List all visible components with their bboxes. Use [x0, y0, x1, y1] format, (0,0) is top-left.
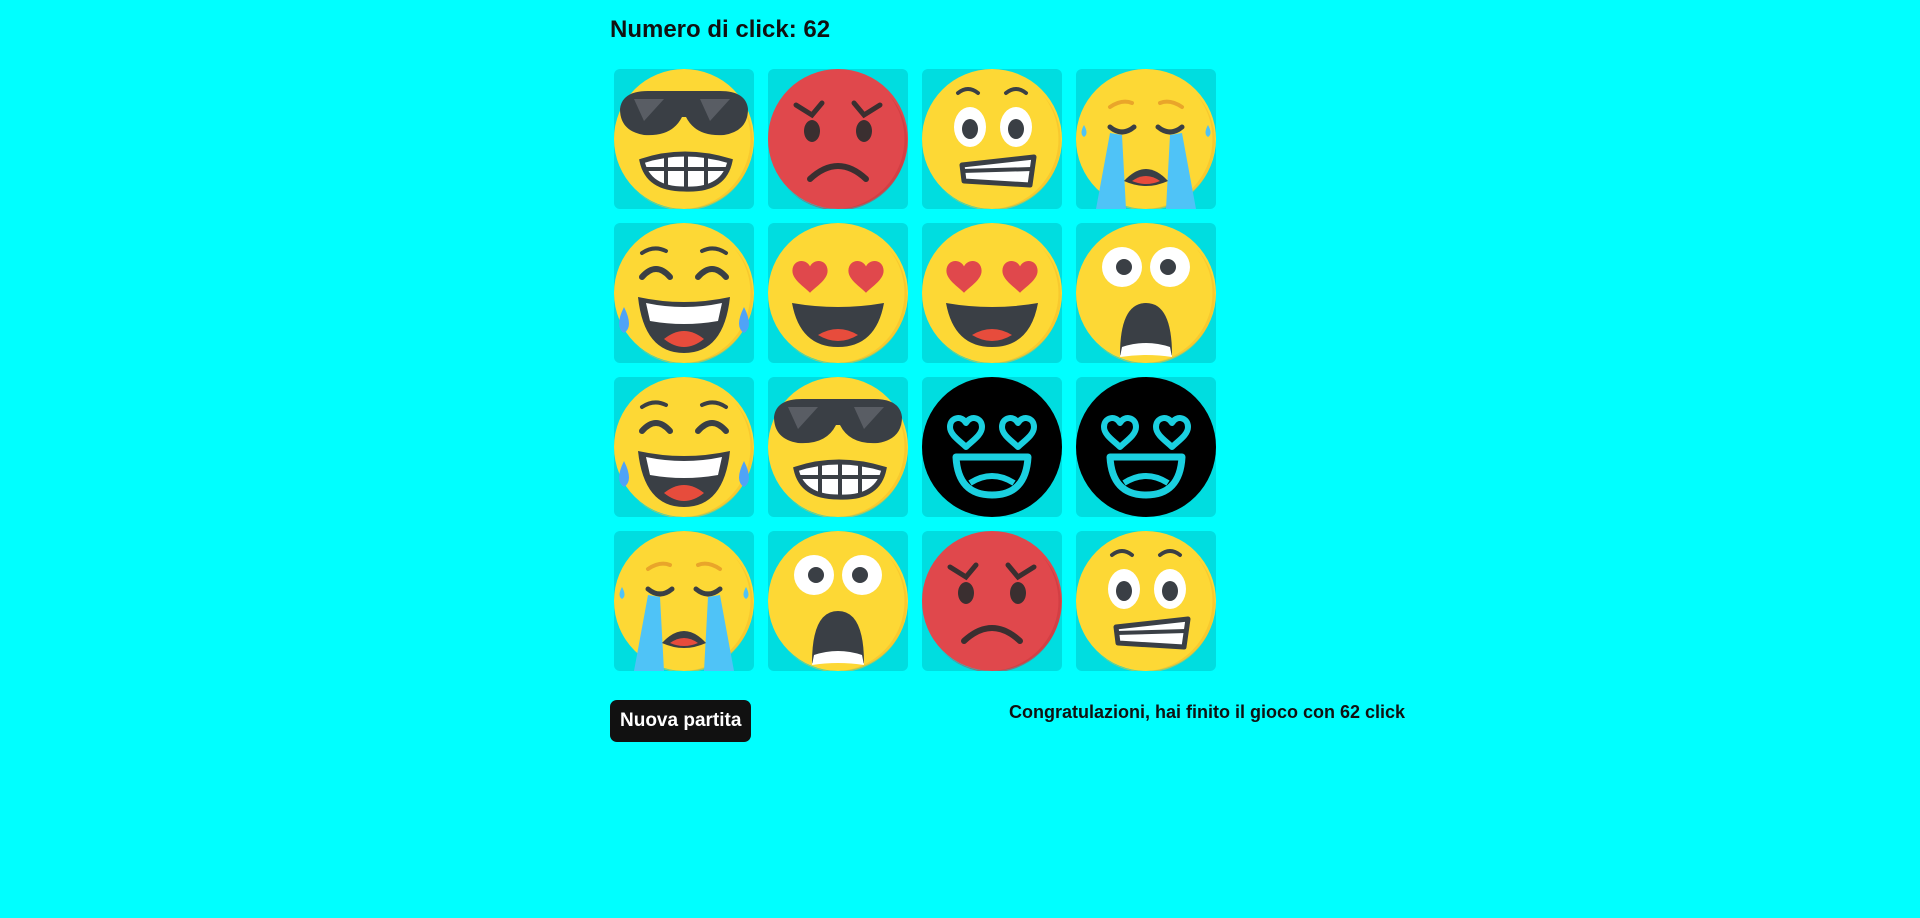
card-8[interactable]	[1076, 223, 1216, 363]
laughing-tears-face-icon	[614, 223, 754, 363]
crying-sad-face-icon	[1076, 69, 1216, 209]
shocked-face-icon	[768, 531, 908, 671]
card-12[interactable]	[1076, 377, 1216, 517]
card-14[interactable]	[768, 531, 908, 671]
card-5[interactable]	[614, 223, 754, 363]
shocked-face-icon	[1076, 223, 1216, 363]
heart-eyes-outline-black-icon	[1076, 377, 1216, 517]
angry-red-face-icon	[922, 531, 1062, 671]
angry-red-face-icon	[768, 69, 908, 209]
anxious-grimace-icon	[922, 69, 1062, 209]
heart-eyes-face-icon	[768, 223, 908, 363]
click-counter: Numero di click: 62	[610, 16, 831, 43]
card-11[interactable]	[922, 377, 1062, 517]
crying-sad-face-icon	[614, 531, 754, 671]
card-4[interactable]	[1076, 69, 1216, 209]
heart-eyes-outline-black-icon	[922, 377, 1062, 517]
card-grid	[614, 69, 1219, 671]
card-16[interactable]	[1076, 531, 1216, 671]
card-1[interactable]	[614, 69, 754, 209]
card-13[interactable]	[614, 531, 754, 671]
card-7[interactable]	[922, 223, 1062, 363]
card-3[interactable]	[922, 69, 1062, 209]
completion-message: Congratulazioni, hai finito il gioco con…	[1009, 702, 1406, 722]
card-10[interactable]	[768, 377, 908, 517]
laughing-tears-face-icon	[614, 377, 754, 517]
card-15[interactable]	[922, 531, 1062, 671]
cool-sunglasses-grimace-icon	[768, 377, 908, 517]
card-6[interactable]	[768, 223, 908, 363]
new-game-button[interactable]: Nuova partita	[610, 700, 752, 742]
card-2[interactable]	[768, 69, 908, 209]
cool-sunglasses-grimace-icon	[614, 69, 754, 209]
anxious-grimace-icon	[1076, 531, 1216, 671]
card-9[interactable]	[614, 377, 754, 517]
heart-eyes-face-icon	[922, 223, 1062, 363]
memory-game: Numero di click: 62 Nuova partita Congra…	[610, 14, 1430, 742]
